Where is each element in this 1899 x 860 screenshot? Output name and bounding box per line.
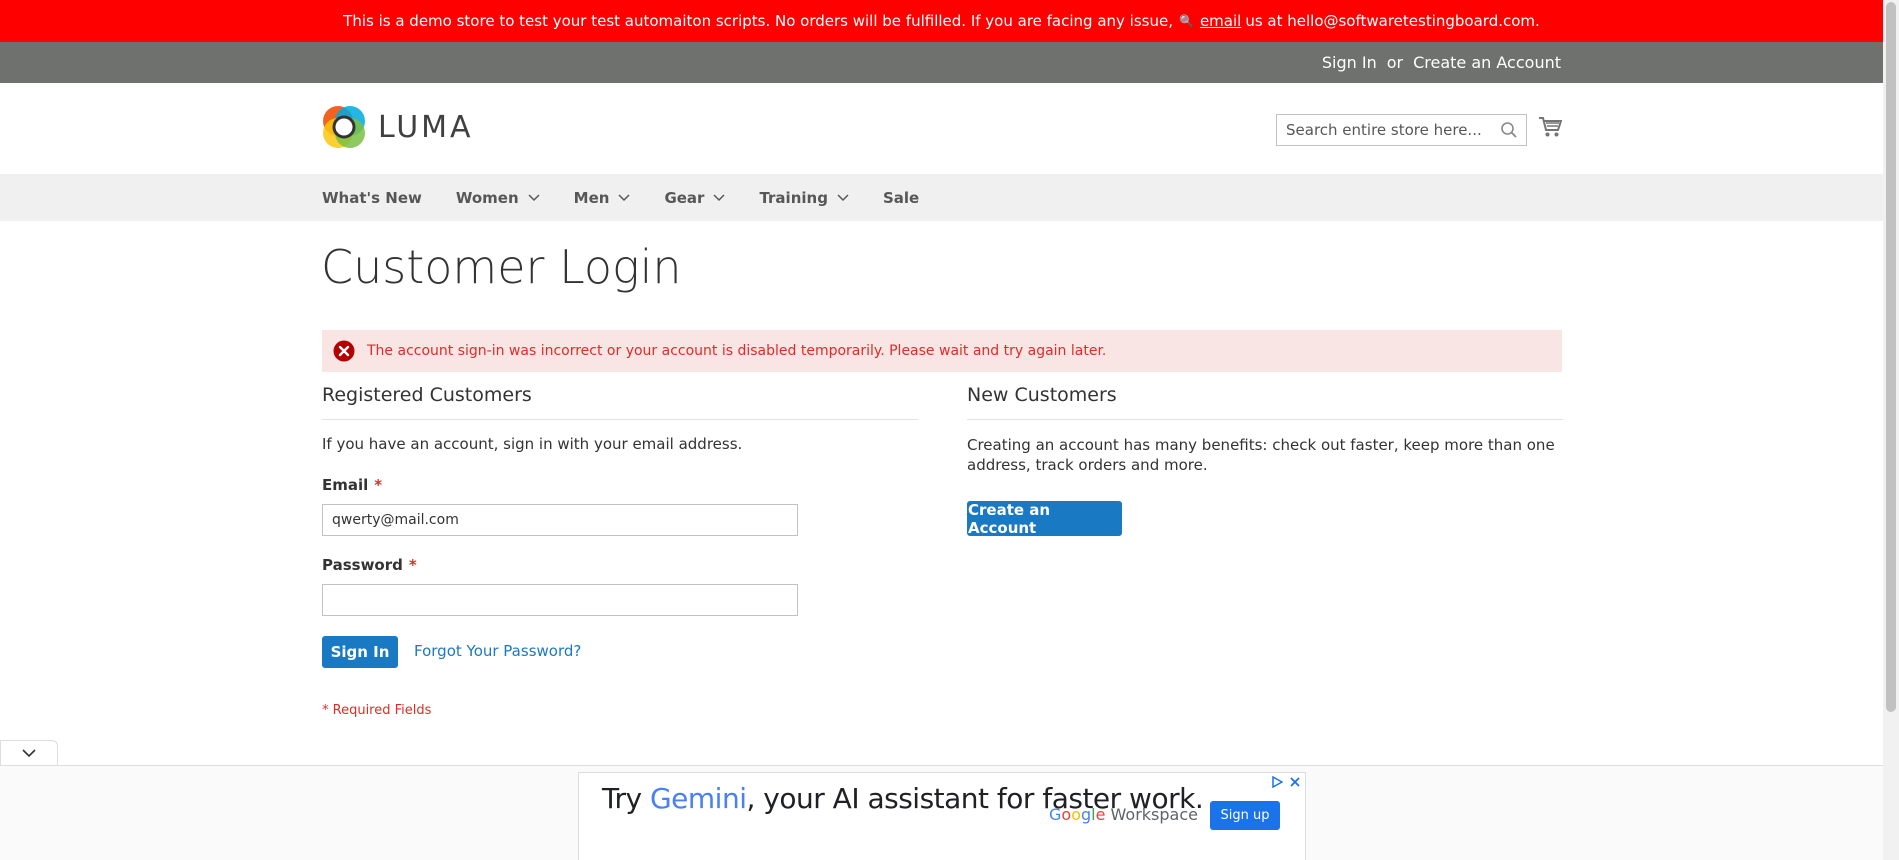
chevron-down-icon	[713, 193, 725, 201]
ad-brand-letter: G	[1049, 805, 1062, 824]
or-text: or	[1386, 53, 1404, 72]
search-icon[interactable]	[1500, 121, 1518, 139]
ad-controls	[1271, 776, 1301, 788]
ad-brand-letter: g	[1081, 805, 1092, 824]
logo-text: LUMA	[378, 109, 474, 145]
page-title: Customer Login	[321, 240, 682, 294]
registered-customers-section: Registered Customers	[322, 380, 918, 420]
luma-logo-icon	[323, 106, 365, 148]
close-icon[interactable]	[1289, 776, 1301, 788]
ad-brand-letter: e	[1095, 805, 1106, 824]
nav-item-label: Men	[573, 188, 610, 207]
header: LUMA	[0, 83, 1883, 174]
required-fields-note: * Required Fields	[322, 703, 432, 718]
sign-in-button[interactable]: Sign In	[322, 636, 398, 668]
nav-item-training[interactable]: Training	[759, 188, 849, 207]
key-icon: 🔍	[1178, 14, 1194, 28]
chevron-down-icon	[528, 193, 540, 201]
nav-item-label: Women	[455, 188, 519, 207]
email-field[interactable]	[322, 504, 798, 536]
ad-brand-suffix: Workspace	[1105, 805, 1198, 824]
error-icon	[333, 340, 355, 362]
new-customers-intro: Creating an account has many benefits: c…	[967, 436, 1555, 474]
nav-item-label: Training	[759, 188, 828, 207]
ad-brand-logo: Google Workspace	[1049, 805, 1198, 824]
password-field[interactable]	[322, 584, 798, 616]
ad-bar: Try Gemini, your AI assistant for faster…	[0, 765, 1883, 860]
demo-notice-banner: This is a demo store to test your test a…	[0, 0, 1883, 42]
forgot-password-link[interactable]: Forgot Your Password?	[414, 642, 581, 660]
ad-brand-letter: o	[1061, 805, 1072, 824]
page-scrollbar[interactable]	[1883, 0, 1899, 860]
main-navigation: What's New Women Men Gear Training Sale	[0, 174, 1883, 221]
demo-notice-text: This is a demo store to test your test a…	[343, 12, 1173, 30]
chevron-down-icon	[837, 193, 849, 201]
scrollbar-thumb[interactable]	[1886, 2, 1896, 712]
registered-customers-heading: Registered Customers	[322, 380, 918, 420]
nav-item-label: Gear	[664, 188, 705, 207]
password-label-text: Password	[322, 556, 403, 574]
search-input[interactable]	[1277, 115, 1526, 145]
email-label: Email *	[322, 476, 382, 494]
ad-collapse-toggle[interactable]	[0, 740, 58, 766]
nav-item-label: Sale	[882, 188, 920, 207]
create-account-link[interactable]: Create an Account	[1413, 53, 1561, 72]
chevron-down-icon	[618, 193, 630, 201]
nav-item-women[interactable]: Women	[456, 189, 540, 207]
nav-item-whats-new[interactable]: What's New	[322, 189, 422, 207]
search-box	[1276, 114, 1527, 146]
error-message: The account sign-in was incorrect or you…	[322, 330, 1562, 372]
ad-banner[interactable]: Try Gemini, your AI assistant for faster…	[578, 772, 1306, 860]
new-customers-heading: New Customers	[967, 380, 1563, 420]
nav-item-gear[interactable]: Gear	[664, 189, 725, 207]
ad-choices-icon[interactable]	[1271, 776, 1283, 788]
account-links: Sign In or Create an Account	[1322, 42, 1561, 83]
registered-intro: If you have an account, sign in with you…	[322, 435, 743, 453]
demo-notice-text-after: us at hello@softwaretestingboard.com.	[1245, 12, 1540, 30]
chevron-down-icon	[22, 749, 36, 758]
ad-brand-letter: o	[1071, 805, 1081, 824]
nav-item-men[interactable]: Men	[574, 189, 631, 207]
ad-headline-pre: Try	[602, 782, 650, 815]
ad-headline-brand: Gemini	[649, 782, 747, 815]
email-link[interactable]: email	[1200, 12, 1241, 30]
logo[interactable]: LUMA	[322, 105, 474, 149]
nav-item-label: What's New	[322, 188, 422, 207]
new-customers-section: New Customers	[967, 380, 1563, 420]
ad-signup-button[interactable]: Sign up	[1210, 801, 1280, 830]
required-mark: *	[374, 476, 383, 494]
required-mark: *	[408, 556, 417, 574]
cart-icon[interactable]	[1538, 116, 1562, 138]
sign-in-link[interactable]: Sign In	[1322, 53, 1377, 72]
password-label: Password *	[322, 556, 417, 574]
nav-item-sale[interactable]: Sale	[883, 189, 919, 207]
top-bar: Sign In or Create an Account	[0, 42, 1883, 83]
email-label-text: Email	[322, 476, 369, 494]
error-text: The account sign-in was incorrect or you…	[367, 343, 1107, 359]
create-account-button[interactable]: Create an Account	[967, 501, 1122, 537]
